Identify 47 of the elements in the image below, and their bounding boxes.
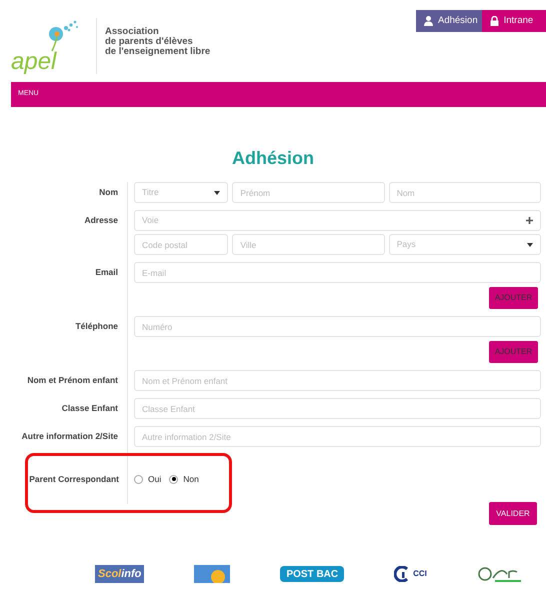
lock-icon <box>490 16 499 26</box>
cci-logo-text: CCI <box>413 568 427 580</box>
top-nav-button[interactable]: Intrane <box>482 10 546 32</box>
logo-text: Scol <box>98 566 122 582</box>
input-field[interactable]: Code postal <box>134 234 228 255</box>
radio-button[interactable] <box>169 474 178 484</box>
field-label: Parent Correspondant <box>29 472 119 486</box>
org-name-line: de l'enseignement libre <box>105 47 210 57</box>
field-label: Téléphone <box>74 321 118 332</box>
field-label: Email <box>94 267 118 278</box>
input-field[interactable]: Autre information 2/Site <box>134 426 541 447</box>
user-icon <box>424 16 433 26</box>
add-button[interactable]: AJOUTER <box>489 287 538 309</box>
input-field[interactable]: Numéro <box>134 316 541 337</box>
input-field[interactable]: Voie <box>134 210 541 231</box>
logo-text: apel <box>11 47 56 77</box>
top-nav-button[interactable]: Adhésion <box>416 10 482 32</box>
cci-logo-icon <box>394 566 410 582</box>
input-field[interactable]: Nom <box>388 182 541 203</box>
field-label: Adresse <box>83 215 118 226</box>
field-label: Nom et Prénom enfant <box>26 375 118 386</box>
radio-label: Oui <box>148 472 162 486</box>
dandelion-icon <box>46 18 80 52</box>
input-field[interactable]: E-mail <box>134 262 541 283</box>
oser-logo <box>476 566 521 582</box>
field-label: Nom <box>98 187 118 198</box>
logo-text: info <box>121 566 142 582</box>
academie-logo <box>194 565 230 583</box>
select-field[interactable]: Pays <box>388 234 541 255</box>
radio-label: Non <box>183 472 199 486</box>
field-label: Classe Enfant <box>60 403 118 414</box>
submit-button[interactable]: VALIDER <box>489 502 537 525</box>
org-name-line: Association <box>105 27 160 37</box>
input-field[interactable]: Classe Enfant <box>134 398 541 419</box>
caret-icon <box>214 190 220 194</box>
input-field[interactable]: Ville <box>232 234 385 255</box>
caret-icon <box>527 242 533 246</box>
field-label: Autre information 2/Site <box>20 431 118 442</box>
form-title: Adhésion <box>230 147 315 170</box>
plus-icon <box>526 217 533 224</box>
radio-button[interactable] <box>134 474 143 484</box>
input-field[interactable]: Prénom <box>232 182 385 203</box>
input-field[interactable]: Nom et Prénom enfant <box>134 370 541 391</box>
select-field[interactable]: Titre <box>134 182 228 203</box>
org-name-line: de parents d'élèves <box>105 37 194 47</box>
add-button[interactable]: AJOUTER <box>489 341 538 363</box>
postbac-logo: POST BAC <box>280 566 344 582</box>
